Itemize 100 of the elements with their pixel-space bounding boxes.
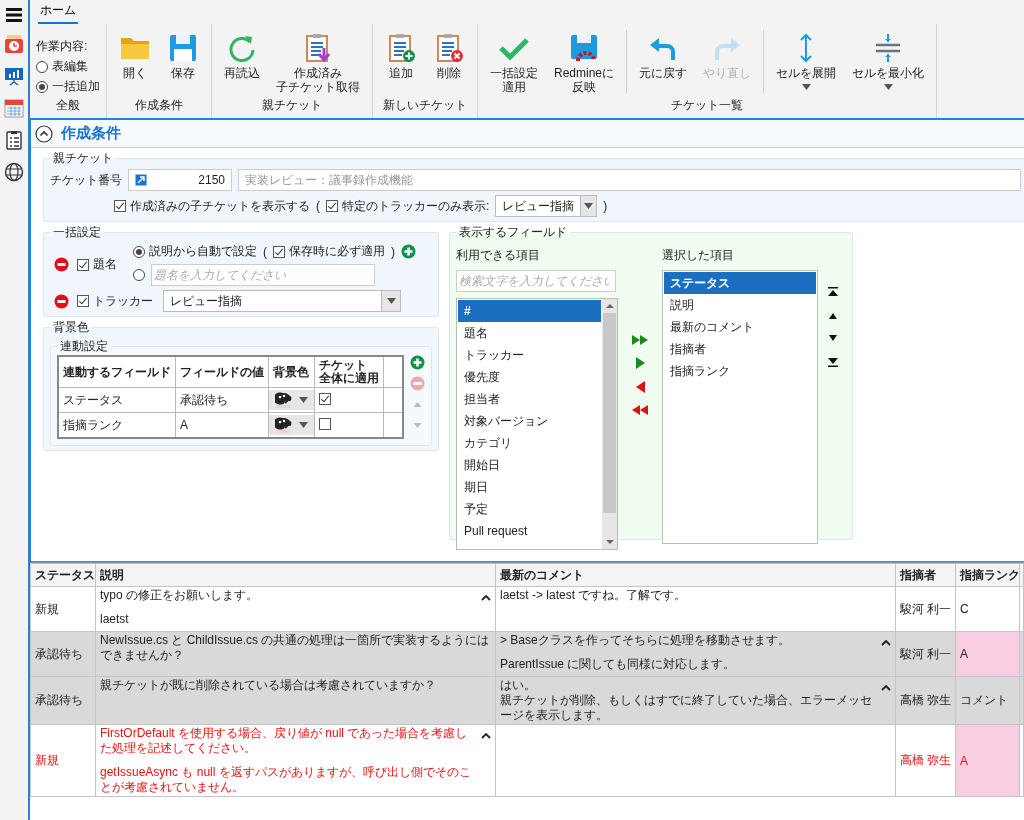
rank-cell: コメント [955,676,1020,725]
list-item[interactable]: ステータス [664,272,816,294]
palette-icon [275,392,293,409]
mode-radio[interactable]: 一括追加 [36,78,100,95]
checkbox[interactable] [319,392,331,405]
list-item[interactable]: # [458,300,601,322]
group-label: 一括設定 [52,224,102,241]
column-header: ステータス [30,563,96,587]
checkbox[interactable]: 保存時に必ず適用 [273,243,385,260]
reporter-cell: 高橋 弥生 [895,724,956,797]
ribbon-tab[interactable]: ホーム [38,0,78,24]
presentation-chart-icon[interactable] [4,66,24,86]
clipboard-icon[interactable] [4,130,24,150]
description-text: FirstOrDefault を使用する場合、戻り値が null であった場合を考慮した処理を記述してください。 getIssueAsync も null を返すパスがありますが、呼び出し側でそのことが考慮されていません。 [100,726,472,795]
list-item[interactable]: 担当者 [458,388,601,410]
column-header: チケット 全体に適用 [314,356,384,388]
paren: ( [316,199,320,213]
list-item[interactable]: 開始日 [458,454,601,476]
move-up-icon[interactable] [829,313,837,319]
list-item[interactable]: トラッカー [458,344,601,366]
column-header: 背景色 [268,356,315,388]
status-cell: 承認待ち [30,631,96,677]
radio-button[interactable] [133,269,145,281]
group-label: 背景色 [52,319,90,336]
description-text: typo の修正をお願いします。 laetst [100,588,259,627]
ribbon-button[interactable]: セルを展開 [770,30,843,92]
column-header: 指摘ランク [955,563,1020,587]
caret-icon [299,397,308,404]
checkbox[interactable]: トラッカー [77,292,155,310]
checkbox[interactable]: 作成済みの子チケットを表示する [114,197,310,215]
group-label: 表示するフィールド [458,224,568,241]
color-picker[interactable] [269,390,314,411]
link-icon[interactable] [135,174,147,186]
list-item[interactable]: Pull request [458,520,601,542]
collapse-icon[interactable] [35,124,53,143]
ribbon-button[interactable]: 開く [113,30,157,83]
ribbon-button[interactable]: 一括設定 適用 [484,30,544,97]
list-item[interactable]: 題名 [458,322,601,344]
description-text: NewIssue.cs と ChildIssue.cs の共通の処理は一箇所で実装するようにはできませんか？ [100,633,491,663]
globe-icon[interactable] [4,162,24,182]
reporter-cell: 駿河 利一 [895,631,956,677]
list-item[interactable]: 最新のコメント [664,316,816,338]
comment-text: laetst -> latest ですね。了解です。 [500,588,688,603]
table-cell: 承認待ち [175,387,269,413]
alarm-clock-icon[interactable] [4,34,24,54]
ribbon-button[interactable]: Redmineに 反映 [548,30,621,97]
list-item[interactable]: 説明 [664,294,816,316]
caret-icon [883,83,893,90]
scrollbar-thumb[interactable] [603,313,616,513]
list-item[interactable]: 指摘者 [664,338,816,360]
palette-icon [275,417,293,434]
radio-button[interactable]: 説明から自動で設定 [133,243,257,260]
save-icon [568,32,600,64]
color-picker[interactable] [269,415,314,436]
list-item[interactable]: 優先度 [458,366,601,388]
search-field[interactable]: 検索文字を入力してください [456,270,616,292]
ribbon-button[interactable]: セルを最小化 [846,30,931,92]
list-item[interactable]: 対象バージョン [458,410,601,432]
ribbon-button[interactable]: 削除 [427,30,471,83]
checkbox[interactable]: 特定のトラッカーのみ表示: [326,197,490,215]
checkbox[interactable] [319,417,331,430]
rank-cell: A [955,724,1020,797]
group-label: 連動設定 [59,338,109,355]
comment-text: > Baseクラスを作ってそちらに処理を移動させます。 ParentIssue に関しても同様に対応します。 [500,633,791,672]
list-item[interactable]: 期日 [458,476,601,498]
caret-icon[interactable] [881,684,891,691]
move-bottom-icon[interactable] [828,357,838,367]
remove-all-icon[interactable] [632,405,648,415]
caret-icon[interactable] [481,594,491,601]
paren: ( [263,244,267,259]
ribbon-button[interactable]: 元に戻す [633,30,694,83]
tracker-dropdown[interactable]: レビュー指摘 [495,195,598,217]
reporter-cell: 駿河 利一 [895,586,956,632]
calendar-icon[interactable] [4,98,24,118]
subject-input[interactable]: 題名を入力してください [151,264,375,286]
move-down-icon[interactable] [829,335,837,341]
caret-icon [386,298,396,304]
list-item[interactable]: 指摘ランク [664,360,816,382]
add-all-icon[interactable] [632,335,648,345]
tracker-dropdown[interactable]: レビュー指摘 [163,290,401,312]
rank-cell: A [955,631,1020,677]
list-item[interactable]: カテゴリ [458,432,601,454]
column-header: 最新のコメント [495,563,896,587]
caret-icon[interactable] [481,732,491,739]
paren: ) [603,199,608,213]
ribbon-button[interactable]: 再読込 [218,30,266,83]
column-header: 指摘者 [895,563,956,587]
list-item[interactable]: 予定 [458,498,601,520]
ribbon-button[interactable]: 作成済み 子チケット取得 [270,30,366,97]
mode-radio[interactable]: 表編集 [36,58,88,75]
group-title: 作成条件 [134,96,184,114]
menu-icon[interactable] [6,8,22,22]
ticket-number-field[interactable]: 2150 [128,169,232,191]
ribbon-button[interactable]: 保存 [161,30,205,83]
caret-icon[interactable] [881,639,891,646]
save-icon [167,32,199,64]
group-label: 親チケット [52,150,114,167]
checkbox[interactable]: 題名 [77,256,125,273]
ribbon-button[interactable]: 追加 [379,30,423,83]
move-top-icon[interactable] [828,287,838,297]
